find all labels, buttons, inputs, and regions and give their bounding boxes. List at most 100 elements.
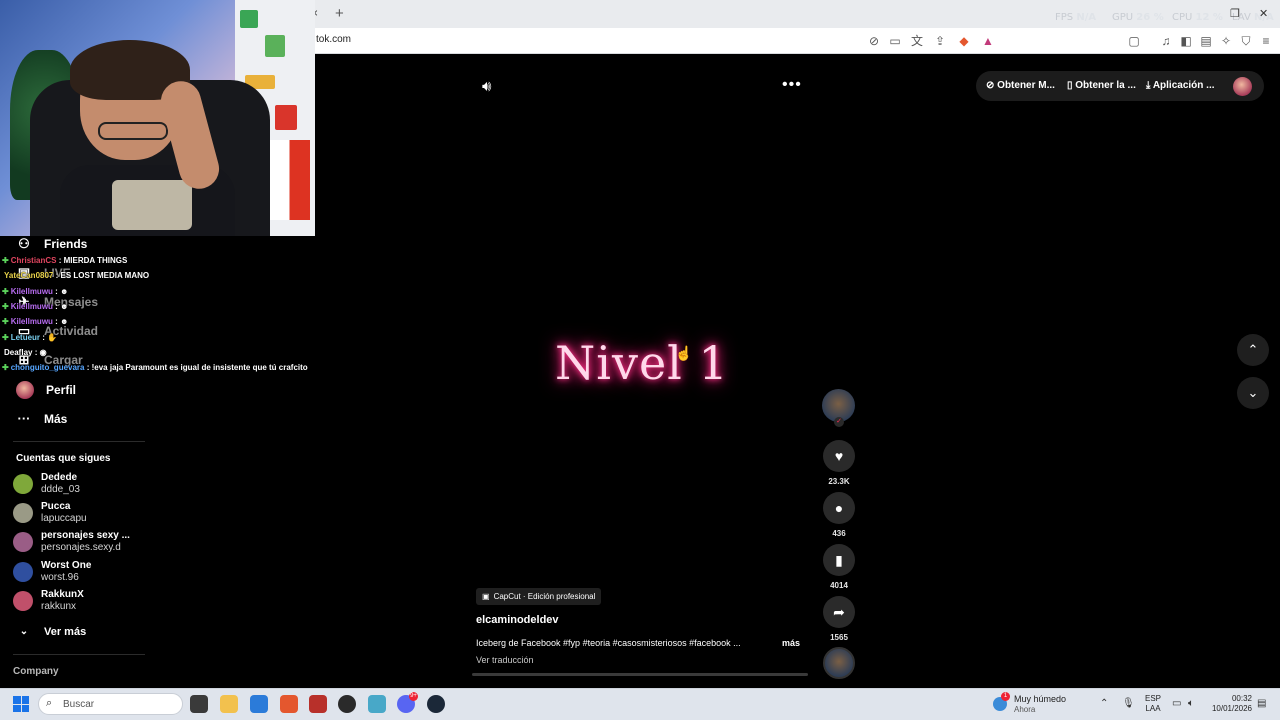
get-app-button[interactable]: ▯ Obtener la ... bbox=[1067, 80, 1136, 91]
account-avatar bbox=[13, 532, 33, 552]
account-name: Dedede bbox=[41, 472, 78, 483]
weather-badge: 1 bbox=[1001, 692, 1010, 701]
video-progress-bar[interactable] bbox=[472, 673, 808, 676]
menu-icon[interactable]: ≡ bbox=[1257, 32, 1275, 50]
friends-icon: ⚇ bbox=[18, 236, 30, 251]
notifications-icon[interactable]: ▤ bbox=[1257, 698, 1266, 709]
wallet-icon[interactable]: ▤ bbox=[1197, 32, 1215, 50]
search-placeholder[interactable]: Buscar bbox=[63, 699, 94, 710]
sidebar-divider bbox=[13, 441, 145, 442]
account-handle: personajes.sexy.d bbox=[41, 542, 121, 553]
comment-icon: ● bbox=[834, 500, 844, 516]
following-account[interactable]: personajes sexy ... personajes.sexy.d bbox=[13, 530, 130, 554]
like-count: 23.3K bbox=[828, 477, 850, 486]
account-name: RakkunX bbox=[41, 589, 84, 600]
volume-icon[interactable]: 🔊︎ bbox=[482, 78, 491, 95]
chat-message: Deaflay : ◉ bbox=[4, 348, 47, 357]
account-avatar bbox=[13, 474, 33, 494]
account-avatar bbox=[13, 503, 33, 523]
webcam-glasses bbox=[98, 122, 168, 140]
sidebar-item-label: Friends bbox=[44, 237, 88, 251]
sidebar-item-friends[interactable]: ⚇ Friends bbox=[16, 236, 87, 252]
share-count: 1565 bbox=[830, 633, 848, 642]
windows-start-icon[interactable] bbox=[13, 696, 29, 712]
following-account[interactable]: Pucca lapuccapu bbox=[13, 501, 87, 525]
file-explorer-icon[interactable] bbox=[220, 695, 238, 713]
sidebar-toggle-icon[interactable]: ◧ bbox=[1177, 32, 1195, 50]
taskbar-search[interactable] bbox=[38, 693, 183, 715]
account-name: personajes sexy ... bbox=[41, 530, 130, 541]
video-more-icon[interactable]: ••• bbox=[782, 76, 802, 94]
following-account[interactable]: Dedede ddde_03 bbox=[13, 472, 80, 496]
no-tracking-icon[interactable]: ⊘ bbox=[865, 32, 883, 50]
cast-icon[interactable]: ▭ bbox=[886, 32, 904, 50]
next-video-button[interactable]: ⌄ bbox=[1237, 377, 1269, 409]
user-avatar[interactable] bbox=[1233, 77, 1252, 96]
save-count: 4014 bbox=[830, 581, 848, 590]
brave-rewards-icon[interactable]: ▲ bbox=[979, 32, 997, 50]
chat-message: ✚ Kilellmuwu : ☻ bbox=[2, 287, 69, 296]
follow-check-icon[interactable]: ✓ bbox=[834, 417, 844, 427]
share-arrow-icon: ➦ bbox=[833, 604, 845, 620]
sidebar-item-more[interactable]: ··· Más bbox=[16, 411, 68, 427]
sidepanel-icon[interactable]: ▢ bbox=[1125, 32, 1143, 50]
company-link[interactable]: Company bbox=[13, 666, 59, 677]
brave-shield-icon[interactable]: ◆ bbox=[955, 32, 973, 50]
save-button[interactable]: ▮ bbox=[823, 544, 855, 576]
chat-message: ✚ Kilellmuwu : ☻ bbox=[2, 317, 69, 326]
leo-ai-icon[interactable]: ✧ bbox=[1217, 32, 1235, 50]
download-app-button[interactable]: ⤓ Aplicación ... bbox=[1146, 80, 1215, 91]
translate-icon[interactable]: 文 bbox=[908, 32, 926, 50]
see-more-button[interactable]: ⌄ Ver más bbox=[16, 624, 86, 640]
sidebar-item-profile[interactable]: Perfil bbox=[16, 381, 76, 399]
following-title: Cuentas que sigues bbox=[16, 453, 111, 464]
webcam-overlay bbox=[0, 0, 315, 236]
system-clock[interactable]: 00:32 10/01/2026 bbox=[1208, 694, 1252, 714]
task-view-icon[interactable] bbox=[190, 695, 208, 713]
discord-badge: 9+ bbox=[409, 692, 418, 701]
weather-status[interactable]: Muy húmedo bbox=[1014, 694, 1066, 704]
get-coins-button[interactable]: ⊘ Obtener M... bbox=[986, 80, 1055, 91]
like-button[interactable]: ♥ bbox=[823, 440, 855, 472]
music-disc[interactable] bbox=[823, 647, 855, 679]
video-title-text: Nivel 1 bbox=[555, 336, 729, 390]
notepad-icon[interactable] bbox=[368, 695, 386, 713]
new-tab-button[interactable]: + bbox=[335, 5, 344, 22]
video-author[interactable]: elcaminodeldev bbox=[476, 614, 559, 626]
capcut-badge[interactable]: ▣ CapCut · Edición profesional bbox=[476, 588, 602, 605]
speaker-icon[interactable]: 🔈︎ bbox=[1188, 698, 1194, 709]
account-handle: ddde_03 bbox=[41, 484, 80, 495]
description-more-button[interactable]: más bbox=[782, 638, 800, 648]
url-text[interactable]: tok.com bbox=[316, 34, 351, 45]
account-avatar bbox=[13, 562, 33, 582]
language-indicator[interactable]: ESP LAA bbox=[1145, 694, 1161, 714]
comment-count: 436 bbox=[832, 529, 846, 538]
search-icon: ⌕ bbox=[46, 697, 53, 709]
obs-icon[interactable] bbox=[338, 695, 356, 713]
comment-button[interactable]: ● bbox=[823, 492, 855, 524]
chevron-down-icon: ⌄ bbox=[19, 626, 29, 637]
streaming-app-icon[interactable] bbox=[309, 695, 327, 713]
account-name: Worst One bbox=[41, 560, 92, 571]
microphone-icon[interactable]: 🎙︎ bbox=[1122, 698, 1135, 709]
music-icon[interactable]: ♫ bbox=[1157, 32, 1175, 50]
chevron-down-icon: ⌄ bbox=[1247, 385, 1259, 400]
tray-expand-icon[interactable]: ⌃ bbox=[1100, 698, 1108, 709]
share-button[interactable]: ➦ bbox=[823, 596, 855, 628]
video-description: Iceberg de Facebook #fyp #teoria #casosm… bbox=[476, 638, 741, 648]
share-icon[interactable]: ⇪ bbox=[931, 32, 949, 50]
see-translation-button[interactable]: Ver traducción bbox=[476, 655, 534, 665]
steam-icon[interactable] bbox=[427, 695, 445, 713]
gpu-stat: GPU 26 % bbox=[1112, 12, 1164, 23]
brave-browser-icon[interactable] bbox=[280, 695, 298, 713]
following-account[interactable]: RakkunX rakkunx bbox=[13, 589, 84, 613]
store-icon[interactable] bbox=[250, 695, 268, 713]
vpn-icon[interactable]: ⛉ bbox=[1237, 32, 1255, 50]
chat-message: ✚ Kilellmuwu : ☻ bbox=[2, 302, 69, 311]
following-account[interactable]: Worst One worst.96 bbox=[13, 560, 91, 584]
webcam-shirt-print bbox=[112, 180, 192, 230]
network-icon[interactable]: ▭ bbox=[1172, 698, 1181, 709]
previous-video-button[interactable]: ⌃ bbox=[1237, 334, 1269, 366]
restore-window-icon[interactable]: ❐ bbox=[1230, 7, 1240, 20]
close-window-icon[interactable]: ✕ bbox=[1259, 7, 1268, 20]
